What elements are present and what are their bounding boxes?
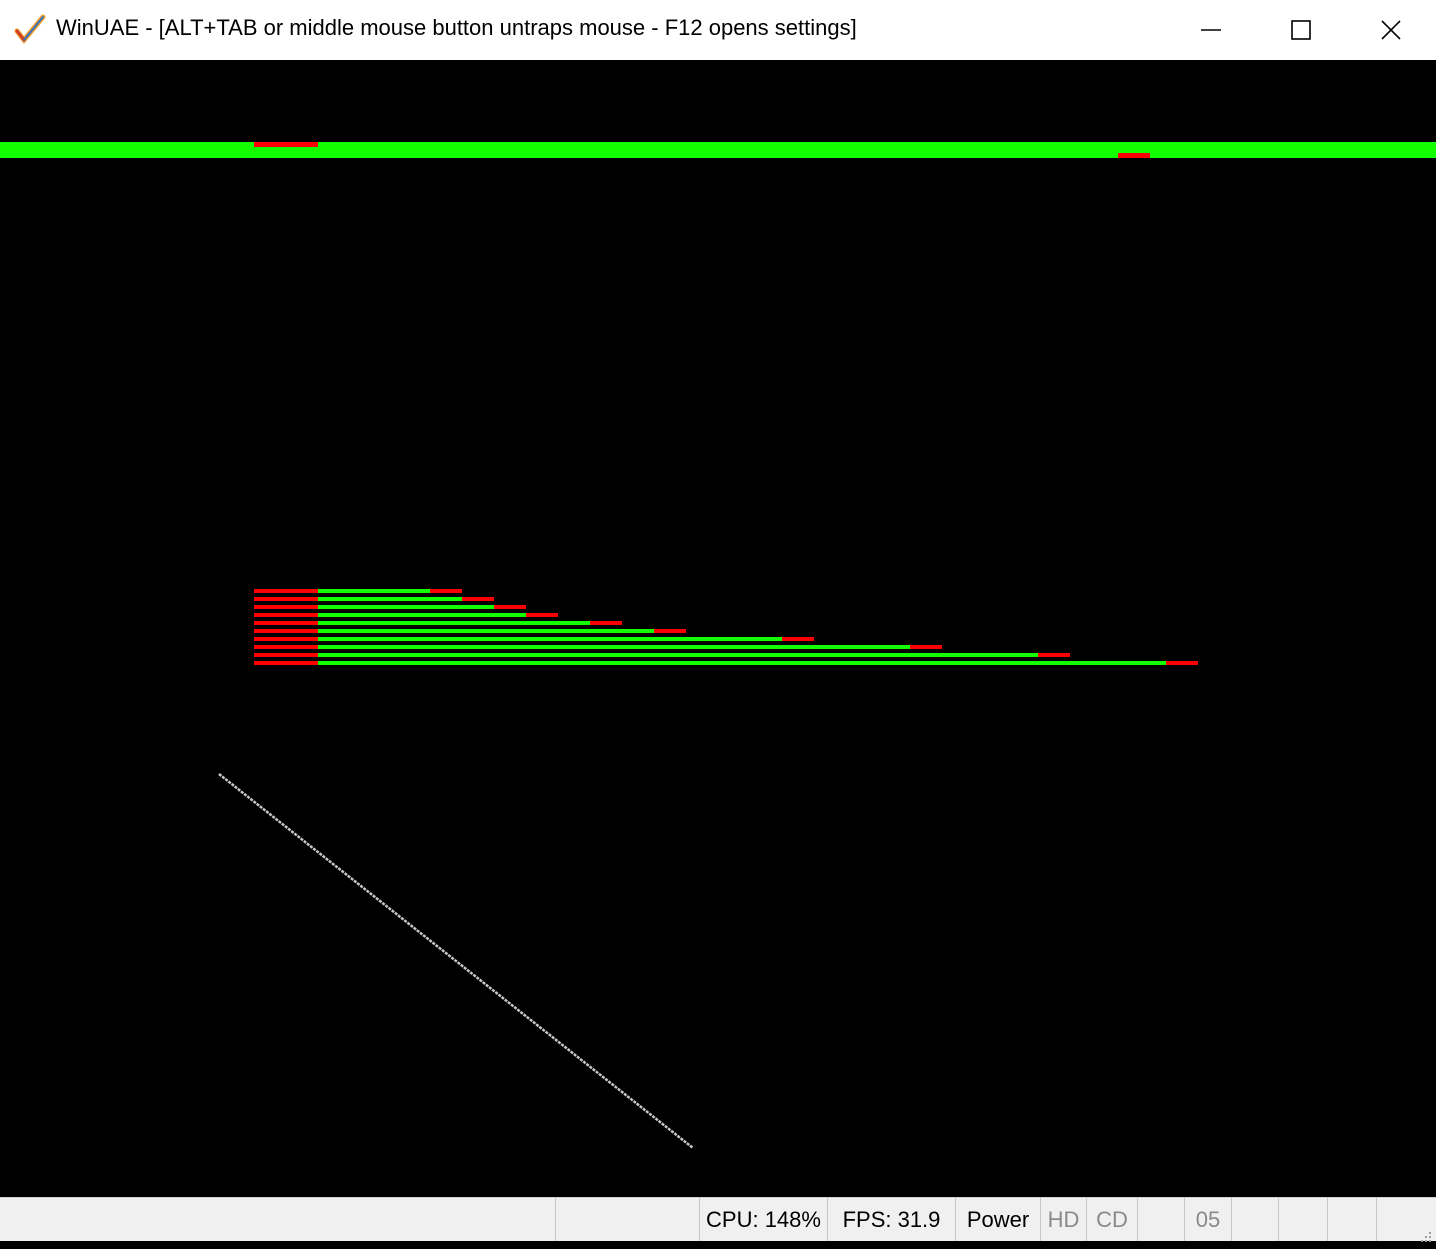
window-title: WinUAE - [ALT+TAB or middle mouse button… bbox=[56, 15, 857, 40]
cpu-label: CPU: 148% bbox=[706, 1206, 821, 1232]
raster-bar-8-green bbox=[318, 645, 910, 649]
raster-bar-5-red bbox=[254, 621, 318, 625]
cd-led[interactable]: CD bbox=[1086, 1198, 1137, 1241]
raster-bar-6-green bbox=[318, 629, 654, 633]
floppy-drive-led-2[interactable] bbox=[1231, 1198, 1278, 1241]
title-bar[interactable]: WinUAE - [ALT+TAB or middle mouse button… bbox=[0, 0, 1436, 60]
top-red-marker-right bbox=[1118, 153, 1150, 158]
fps-label: FPS: 31.9 bbox=[842, 1206, 941, 1232]
resize-grip-icon[interactable] bbox=[1418, 1223, 1432, 1242]
maximize-icon bbox=[1291, 20, 1311, 40]
fps-status: FPS: 31.9 bbox=[827, 1198, 955, 1241]
raster-bar-1-end bbox=[430, 589, 462, 593]
status-bar: CPU: 148% FPS: 31.9 Power HD CD 05 bbox=[0, 1197, 1436, 1242]
raster-bar-1-red bbox=[254, 589, 318, 593]
maximize-button[interactable] bbox=[1256, 0, 1346, 60]
close-button[interactable] bbox=[1346, 0, 1436, 60]
raster-bar-6-red bbox=[254, 629, 318, 633]
power-led[interactable]: Power bbox=[955, 1198, 1040, 1241]
raster-bar-3-red bbox=[254, 605, 318, 609]
drive-track-label: 05 bbox=[1195, 1206, 1221, 1232]
raster-bar-10-end bbox=[1166, 661, 1198, 665]
status-cell-empty bbox=[1137, 1198, 1184, 1241]
raster-bar-4-green bbox=[318, 613, 526, 617]
raster-bar-9-red bbox=[254, 653, 318, 657]
raster-bar-4-red bbox=[254, 613, 318, 617]
raster-bar-8-end bbox=[910, 645, 942, 649]
raster-bar-9-end bbox=[1038, 653, 1070, 657]
hd-label: HD bbox=[1047, 1206, 1080, 1232]
close-icon bbox=[1381, 20, 1401, 40]
hd-led[interactable]: HD bbox=[1040, 1198, 1086, 1241]
diagonal-line bbox=[218, 773, 694, 1149]
power-label: Power bbox=[966, 1206, 1030, 1232]
minimize-icon bbox=[1201, 29, 1221, 31]
raster-bar-4-end bbox=[526, 613, 558, 617]
raster-bar-7-green bbox=[318, 637, 782, 641]
floppy-drive-led[interactable]: 05 bbox=[1184, 1198, 1231, 1241]
floppy-drive-led-4[interactable] bbox=[1327, 1198, 1376, 1241]
raster-bar-3-green bbox=[318, 605, 494, 609]
raster-bar-6-end bbox=[654, 629, 686, 633]
raster-bar-7-red bbox=[254, 637, 318, 641]
raster-bar-1-green bbox=[318, 589, 430, 593]
emulator-canvas bbox=[0, 142, 1436, 1149]
raster-bar-2-red bbox=[254, 597, 318, 601]
raster-bar-3-end bbox=[494, 605, 526, 609]
raster-bars bbox=[254, 589, 1198, 665]
top-red-marker-left bbox=[254, 142, 318, 147]
status-cell-blank bbox=[555, 1198, 699, 1241]
winuae-checkmark-icon bbox=[14, 13, 46, 45]
emulator-display[interactable] bbox=[0, 60, 1436, 1197]
top-green-bar bbox=[0, 142, 1436, 158]
raster-bar-2-green bbox=[318, 597, 462, 601]
minimize-button[interactable] bbox=[1166, 0, 1256, 60]
raster-bar-7-end bbox=[782, 637, 814, 641]
raster-bar-8-red bbox=[254, 645, 318, 649]
raster-bar-9-green bbox=[318, 653, 1038, 657]
floppy-drive-led-3[interactable] bbox=[1278, 1198, 1327, 1241]
raster-bar-2-end bbox=[462, 597, 494, 601]
cd-label: CD bbox=[1096, 1206, 1128, 1232]
raster-bar-5-green bbox=[318, 621, 590, 625]
cpu-status: CPU: 148% bbox=[699, 1198, 827, 1241]
raster-bar-5-end bbox=[590, 621, 622, 625]
raster-bar-10-green bbox=[318, 661, 1166, 665]
raster-bar-10-red bbox=[254, 661, 318, 665]
